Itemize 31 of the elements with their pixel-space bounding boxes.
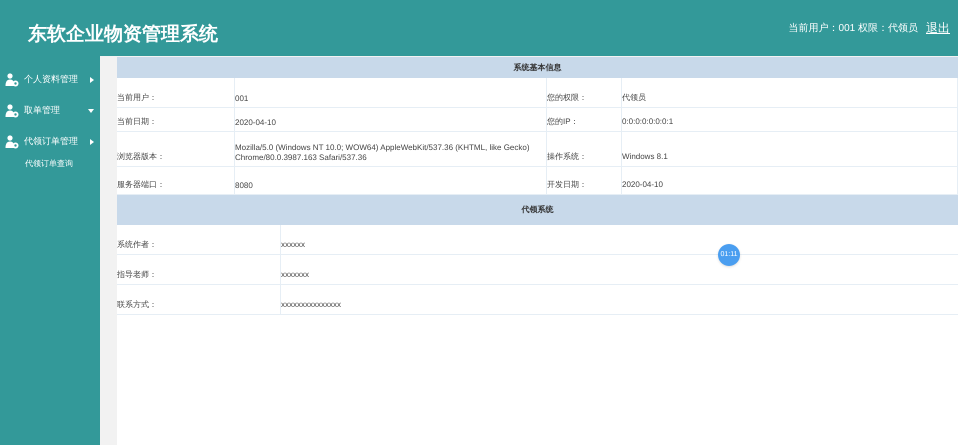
sidebar-menu-item[interactable]: 代领订单管理 <box>0 126 100 157</box>
caret-icon <box>90 76 94 82</box>
app-title: 东软企业物资管理系统 <box>28 22 218 47</box>
user-gear-icon <box>5 104 19 118</box>
value-cell: Windows 8.1 <box>622 132 958 167</box>
caret-icon <box>88 108 94 112</box>
user-gear-icon <box>5 134 19 148</box>
logout-link[interactable]: 退出 <box>926 19 950 37</box>
caret-icon <box>90 138 94 144</box>
value-cell: 2020-04-10 <box>235 108 547 132</box>
sidebar-subitem[interactable]: 代领订单查询 <box>0 157 100 171</box>
sidebar-menu-item[interactable]: 取单管理 <box>0 95 100 126</box>
label-cell: 操作系统： <box>547 132 622 167</box>
user-gear-icon <box>5 72 19 86</box>
value-cell: xxxxxxxxxxxxxxx <box>281 285 958 315</box>
value-cell: 代领员 <box>622 78 958 108</box>
label-cell: 联系方式： <box>117 285 281 315</box>
label-cell: 当前日期： <box>117 108 235 132</box>
value-cell: 001 <box>235 78 547 108</box>
label-cell: 您的IP： <box>547 108 622 132</box>
label-cell: 您的权限： <box>547 78 622 108</box>
label-cell: 系统作者： <box>117 225 281 255</box>
user-info: 当前用户：001 权限：代领员 <box>788 22 918 36</box>
section-title: 系统基本信息 <box>514 62 562 74</box>
section-title: 代领系统 <box>522 204 554 216</box>
label-cell: 浏览器版本： <box>117 132 235 167</box>
label-cell: 指导老师： <box>117 255 281 285</box>
value-cell: Mozilla/5.0 (Windows NT 10.0; WOW64) AppleWebKit/537.36 (KHTML, like Gecko) Chrome/80.0.3987.163 Safari/537.36 <box>235 132 547 167</box>
value-cell: 0:0:0:0:0:0:0:1 <box>622 108 958 132</box>
sidebar-menu-item[interactable]: 个人资料管理 <box>0 64 100 95</box>
label-cell: 当前用户： <box>117 78 235 108</box>
